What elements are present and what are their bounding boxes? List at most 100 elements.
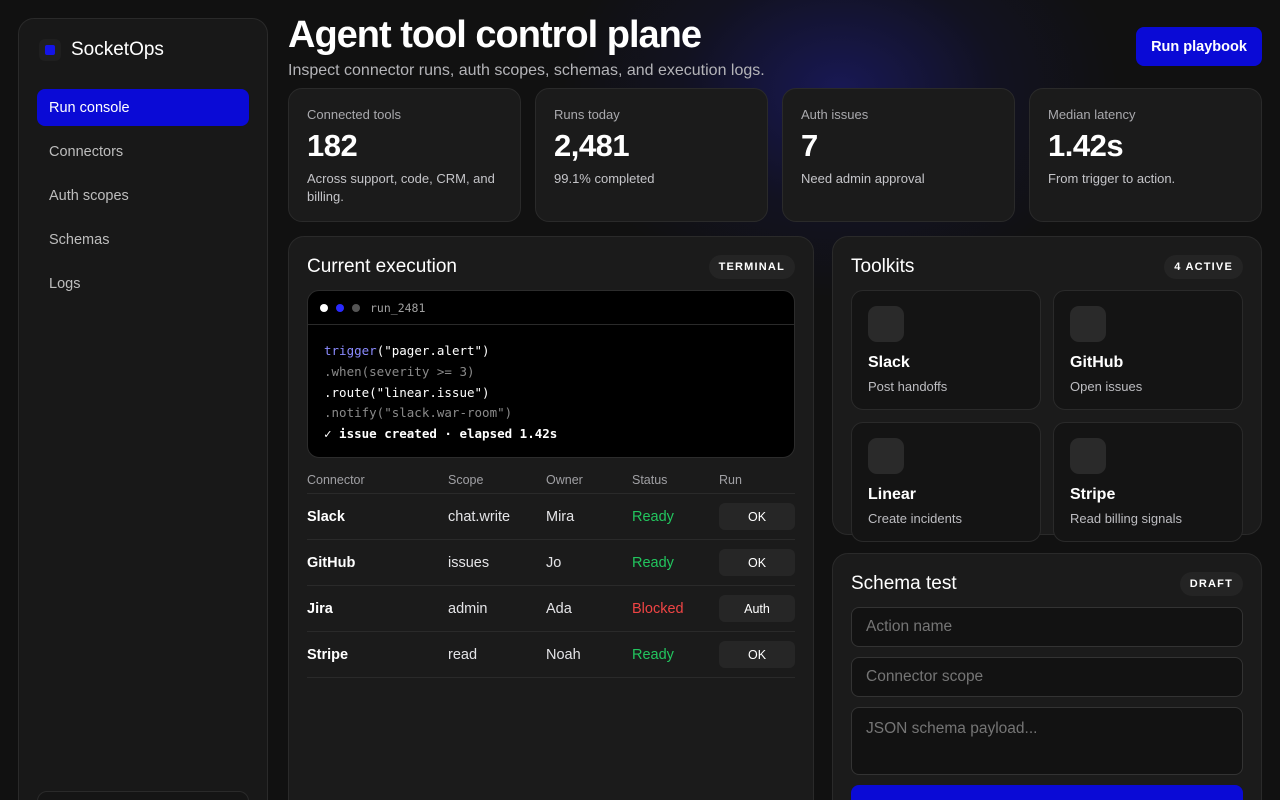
column-header-status: Status — [632, 473, 668, 487]
terminal-dot-icon — [336, 303, 344, 312]
status-badge: Ready — [632, 646, 674, 663]
stat-card-auth-issues: Auth issues 7 Need admin approval — [782, 88, 1015, 222]
sidebar-footer-card[interactable] — [37, 791, 249, 800]
terminal-run-id: run_2481 — [370, 300, 426, 315]
terminal-dot-icon — [320, 303, 328, 312]
action-name-input[interactable] — [851, 607, 1243, 647]
toolkit-card-stripe[interactable]: Stripe Read billing signals — [1053, 422, 1243, 542]
github-icon — [1070, 306, 1106, 342]
code-line: .notify("slack.war-room") — [324, 405, 513, 421]
cell-connector: Jira — [307, 600, 333, 617]
sidebar-item-run-console[interactable]: Run console — [37, 89, 249, 126]
toolkit-desc: Open issues — [1070, 379, 1143, 394]
sidebar-item-auth-scopes[interactable]: Auth scopes — [37, 177, 249, 214]
table-row: Jira admin Ada Blocked Auth — [307, 586, 795, 632]
connector-table: Connector Scope Owner Status Run Slack c… — [307, 467, 795, 678]
auth-button[interactable]: Auth — [719, 595, 795, 622]
terminal-output: trigger("pager.alert") .when(severity >=… — [308, 325, 794, 457]
stat-note: Across support, code, CRM, and billing. — [307, 171, 495, 204]
page-subtitle: Inspect connector runs, auth scopes, sch… — [288, 62, 765, 79]
brand-logo-icon — [39, 39, 61, 61]
table-row: GitHub issues Jo Ready OK — [307, 540, 795, 586]
sidebar-item-connectors[interactable]: Connectors — [37, 133, 249, 170]
stat-label: Runs today — [554, 107, 620, 122]
terminal-dot-icon — [352, 303, 360, 312]
sidebar: SocketOps Run console Connectors Auth sc… — [18, 18, 268, 800]
code-args: ("pager.alert") — [376, 343, 490, 358]
code-line: .route("linear.issue") — [324, 384, 490, 400]
json-schema-textarea[interactable] — [851, 707, 1243, 775]
stat-card-runs-today: Runs today 2,481 99.1% completed — [535, 88, 768, 222]
code-line: .when(severity >= 3) — [324, 363, 475, 379]
column-header-owner: Owner — [546, 473, 583, 487]
toolkit-card-linear[interactable]: Linear Create incidents — [851, 422, 1041, 542]
schema-submit-button[interactable] — [851, 785, 1243, 800]
slack-icon — [868, 306, 904, 342]
stat-label: Auth issues — [801, 107, 869, 122]
sidebar-item-schemas[interactable]: Schemas — [37, 221, 249, 258]
cell-connector: GitHub — [307, 554, 356, 571]
sidebar-item-label: Connectors — [49, 143, 124, 160]
table-row: Stripe read Noah Ready OK — [307, 632, 795, 678]
column-header-connector: Connector — [307, 473, 365, 487]
cell-connector: Stripe — [307, 646, 349, 663]
toolkit-card-github[interactable]: GitHub Open issues — [1053, 290, 1243, 410]
toolkits-panel: Toolkits 4 ACTIVE Slack Post handoffs Gi… — [832, 236, 1262, 542]
run-button[interactable]: OK — [719, 503, 795, 530]
cell-connector: Slack — [307, 508, 345, 525]
run-playbook-button[interactable]: Run playbook — [1136, 27, 1262, 66]
code-line: trigger("pager.alert") — [324, 341, 778, 362]
sidebar-nav: Run console Connectors Auth scopes Schem… — [37, 89, 249, 309]
toolkit-desc: Post handoffs — [868, 379, 948, 394]
toolkit-name: Linear — [868, 486, 917, 503]
terminal[interactable]: run_2481 trigger("pager.alert") .when(se… — [307, 290, 795, 458]
table-header: Connector Scope Owner Status Run — [307, 467, 795, 494]
brand-name: SocketOps — [71, 39, 164, 60]
cell-scope: issues — [448, 554, 490, 571]
stripe-icon — [1070, 438, 1106, 474]
toolkit-name: Slack — [868, 354, 910, 371]
panel-title: Toolkits — [851, 256, 915, 277]
toolkit-name: Stripe — [1070, 486, 1116, 503]
sidebar-item-label: Schemas — [49, 231, 110, 248]
column-header-run: Run — [719, 473, 742, 487]
toolkit-name: GitHub — [1070, 354, 1124, 371]
sidebar-item-label: Logs — [49, 275, 81, 292]
status-badge: Blocked — [632, 600, 684, 617]
schema-test-panel: Schema test DRAFT — [832, 553, 1262, 800]
run-button[interactable]: OK — [719, 549, 795, 576]
cell-scope: read — [448, 646, 478, 663]
stat-note: From trigger to action. — [1048, 171, 1176, 186]
stat-card-connected-tools: Connected tools 182 Across support, code… — [288, 88, 521, 222]
panel-title: Schema test — [851, 573, 957, 594]
connector-scope-input[interactable] — [851, 657, 1243, 697]
sidebar-item-logs[interactable]: Logs — [37, 265, 249, 302]
panel-title: Current execution — [307, 256, 457, 277]
stat-value: 2,481 — [554, 128, 630, 163]
stat-note: Need admin approval — [801, 171, 925, 186]
status-badge: Ready — [632, 554, 674, 571]
terminal-titlebar: run_2481 — [308, 291, 794, 325]
code-line-result: ✓ issue created · elapsed 1.42s — [324, 426, 558, 442]
linear-icon — [868, 438, 904, 474]
cell-scope: chat.write — [448, 508, 511, 525]
execution-panel: Current execution TERMINAL run_2481 trig… — [288, 236, 814, 800]
column-header-scope: Scope — [448, 473, 484, 487]
cell-owner: Mira — [546, 508, 575, 525]
stat-value: 7 — [801, 128, 818, 163]
table-row: Slack chat.write Mira Ready OK — [307, 494, 795, 540]
code-function: trigger — [324, 343, 377, 358]
page-title: Agent tool control plane — [288, 14, 702, 56]
toolkit-card-slack[interactable]: Slack Post handoffs — [851, 290, 1041, 410]
stat-value: 1.42s — [1048, 128, 1124, 163]
toolkit-desc: Read billing signals — [1070, 511, 1183, 526]
status-badge: Ready — [632, 508, 674, 525]
brand[interactable]: SocketOps — [39, 39, 164, 61]
toolkit-desc: Create incidents — [868, 511, 962, 526]
stat-label: Connected tools — [307, 107, 401, 122]
stat-value: 182 — [307, 128, 358, 163]
stat-card-median-latency: Median latency 1.42s From trigger to act… — [1029, 88, 1262, 222]
run-button[interactable]: OK — [719, 641, 795, 668]
active-count-badge: 4 ACTIVE — [1164, 255, 1243, 279]
cell-owner: Jo — [546, 554, 562, 571]
